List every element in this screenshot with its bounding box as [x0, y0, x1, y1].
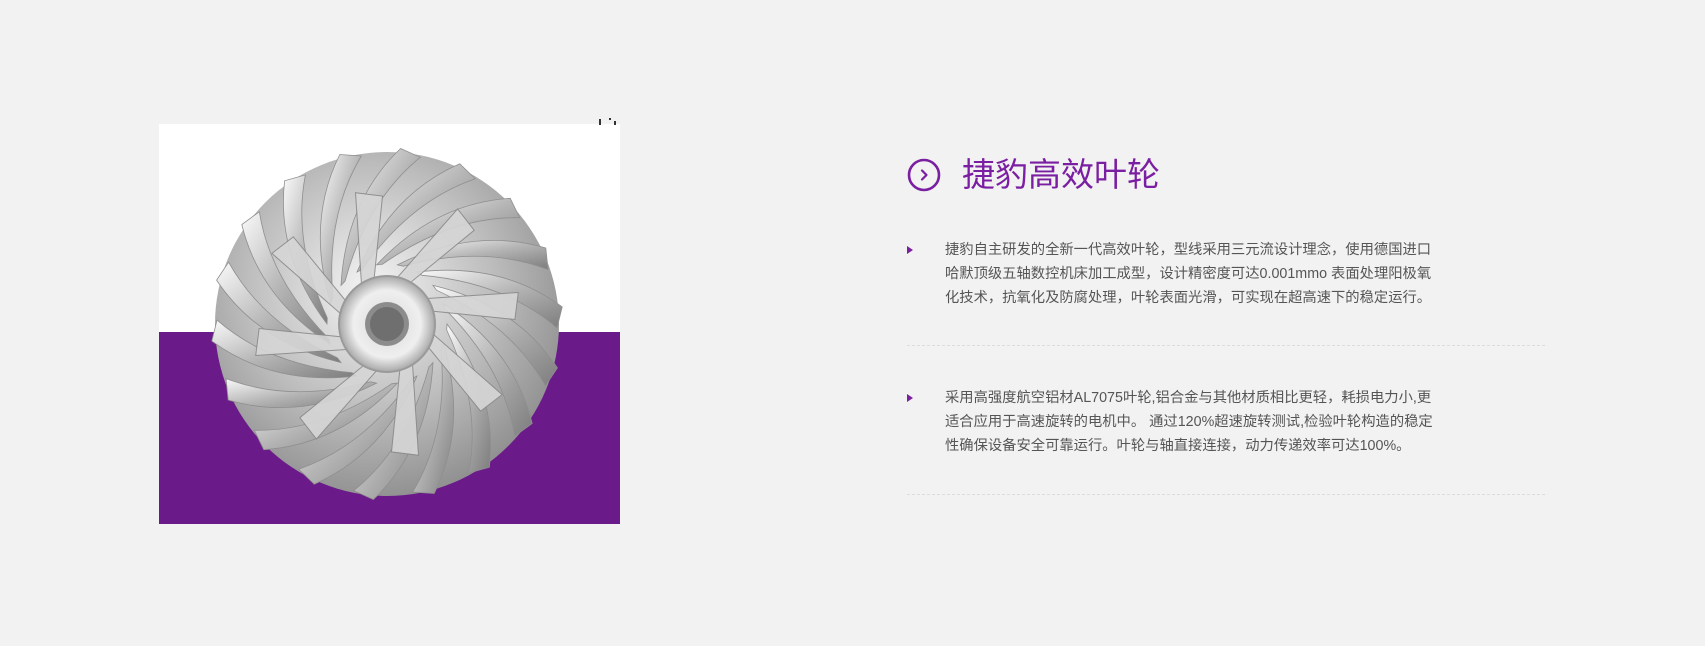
description-line: 化技术，抗氧化及防腐处理，叶轮表面光滑，可实现在超高速下的稳定运行。: [945, 290, 1432, 306]
description-line: 适合应用于高速旋转的电机中。 通过120%超速旋转测试,检验叶轮构造的稳定: [945, 414, 1433, 430]
triangle-bullet-icon: [907, 394, 913, 402]
circle-arrow-right-icon: [907, 158, 941, 192]
product-image: [159, 124, 620, 524]
feature-title: 捷豹高效叶轮: [962, 156, 1160, 193]
feature-description: 采用高强度航空铝材AL7075叶轮,铝合金与其他材质相比更轻，耗损电力小,更 适…: [945, 386, 1545, 458]
feature-description: 捷豹自主研发的全新一代高效叶轮，型线采用三元流设计理念，使用德国进口 哈默顶级五…: [945, 238, 1545, 310]
image-corner-mark: [599, 118, 616, 125]
triangle-bullet-icon: [907, 246, 913, 254]
feature-item-material: 采用高强度航空铝材AL7075叶轮,铝合金与其他材质相比更轻，耗损电力小,更 适…: [907, 386, 1545, 495]
description-line: 采用高强度航空铝材AL7075叶轮,铝合金与其他材质相比更轻，耗损电力小,更: [945, 390, 1432, 406]
impeller-illustration: [211, 148, 563, 500]
description-line: 性确保设备安全可靠运行。叶轮与轴直接连接，动力传递效率可达100%。: [945, 438, 1411, 454]
feature-item-efficiency: 捷豹自主研发的全新一代高效叶轮，型线采用三元流设计理念，使用德国进口 哈默顶级五…: [907, 238, 1545, 346]
description-line: 捷豹自主研发的全新一代高效叶轮，型线采用三元流设计理念，使用德国进口: [945, 242, 1432, 258]
description-line: 哈默顶级五轴数控机床加工成型，设计精密度可达0.001mmo 表面处理阳极氧: [945, 266, 1432, 282]
feature-header: 捷豹高效叶轮: [907, 150, 1160, 200]
